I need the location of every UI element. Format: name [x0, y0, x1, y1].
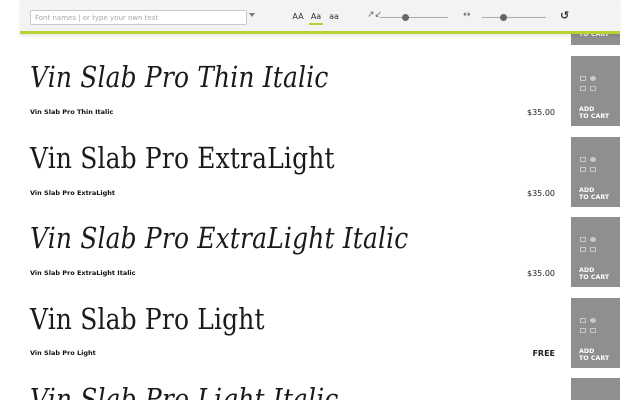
letter-spacing-slider[interactable] — [482, 17, 546, 18]
titlecase-button[interactable]: Aa — [309, 11, 323, 25]
cart-label-line2: TO CART — [579, 274, 610, 281]
font-list: TO CART Vin Slab Pro Thin Italic Vin Sla… — [0, 0, 640, 400]
cart-label-line2: TO CART — [579, 355, 610, 362]
font-sample[interactable]: Vin Slab Pro Light Italic — [30, 382, 338, 400]
cart-label-line2: TO CART — [579, 113, 610, 120]
app-license-icon — [580, 328, 586, 333]
desktop-license-icon — [580, 157, 586, 162]
cart-label-line1: ADD — [579, 348, 595, 355]
font-size-icon: ↗↙ — [367, 10, 383, 20]
font-name[interactable]: Vin Slab Pro Thin Italic — [30, 108, 113, 116]
cart-label: ADD TO CART — [579, 187, 619, 201]
add-to-cart-button[interactable]: ADD TO CART — [571, 137, 620, 207]
ebook-license-icon — [590, 167, 596, 172]
license-icons — [580, 237, 600, 255]
font-sample[interactable]: Vin Slab Pro ExtraLight — [30, 141, 335, 175]
desktop-license-icon — [580, 318, 586, 323]
desktop-license-icon — [580, 76, 586, 81]
font-name[interactable]: Vin Slab Pro ExtraLight Italic — [30, 269, 136, 277]
license-icons — [580, 318, 600, 336]
font-price: $35.00 — [527, 189, 555, 198]
font-name[interactable]: Vin Slab Pro Light — [30, 349, 96, 357]
desktop-license-icon — [580, 237, 586, 242]
reset-icon[interactable]: ↺ — [560, 9, 569, 22]
ebook-license-icon — [590, 328, 596, 333]
font-sample[interactable]: Vin Slab Pro Thin Italic — [30, 60, 328, 94]
search-input[interactable] — [30, 10, 247, 25]
add-to-cart-button[interactable]: ADD TO CART — [571, 56, 620, 126]
license-icons — [580, 76, 600, 94]
add-to-cart-button[interactable]: ADD TO CART — [571, 217, 620, 287]
web-license-icon — [590, 157, 596, 162]
letter-spacing-slider-handle[interactable] — [500, 14, 507, 21]
add-to-cart-button[interactable] — [571, 378, 620, 400]
font-sample[interactable]: Vin Slab Pro ExtraLight Italic — [30, 221, 408, 255]
ebook-license-icon — [590, 247, 596, 252]
web-license-icon — [590, 318, 596, 323]
cart-label: ADD TO CART — [579, 348, 619, 362]
app-license-icon — [580, 86, 586, 91]
font-size-slider[interactable] — [380, 17, 448, 18]
add-to-cart-button[interactable]: ADD TO CART — [571, 298, 620, 368]
chevron-down-icon[interactable] — [249, 13, 255, 17]
app-license-icon — [580, 247, 586, 252]
cart-label-line1: ADD — [579, 106, 595, 113]
font-price: $35.00 — [527, 108, 555, 117]
web-license-icon — [590, 76, 596, 81]
font-size-slider-handle[interactable] — [402, 14, 409, 21]
font-sample[interactable]: Vin Slab Pro Light — [30, 302, 265, 336]
cart-label-line2: TO CART — [579, 194, 610, 201]
letter-spacing-icon: ↔ — [463, 10, 471, 20]
font-price: FREE — [532, 349, 555, 358]
app-license-icon — [580, 167, 586, 172]
uppercase-button[interactable]: AA — [290, 11, 306, 25]
cart-label-line1: ADD — [579, 187, 595, 194]
lowercase-button[interactable]: aa — [328, 11, 340, 25]
web-license-icon — [590, 237, 596, 242]
ebook-license-icon — [590, 86, 596, 91]
font-price: $35.00 — [527, 269, 555, 278]
font-name[interactable]: Vin Slab Pro ExtraLight — [30, 189, 115, 197]
cart-label-line1: ADD — [579, 267, 595, 274]
type-tester-toolbar: AA Aa aa ↗↙ ↔ ↺ — [20, 0, 620, 34]
cart-label: ADD TO CART — [579, 267, 619, 281]
cart-label: ADD TO CART — [579, 106, 619, 120]
license-icons — [580, 157, 600, 175]
